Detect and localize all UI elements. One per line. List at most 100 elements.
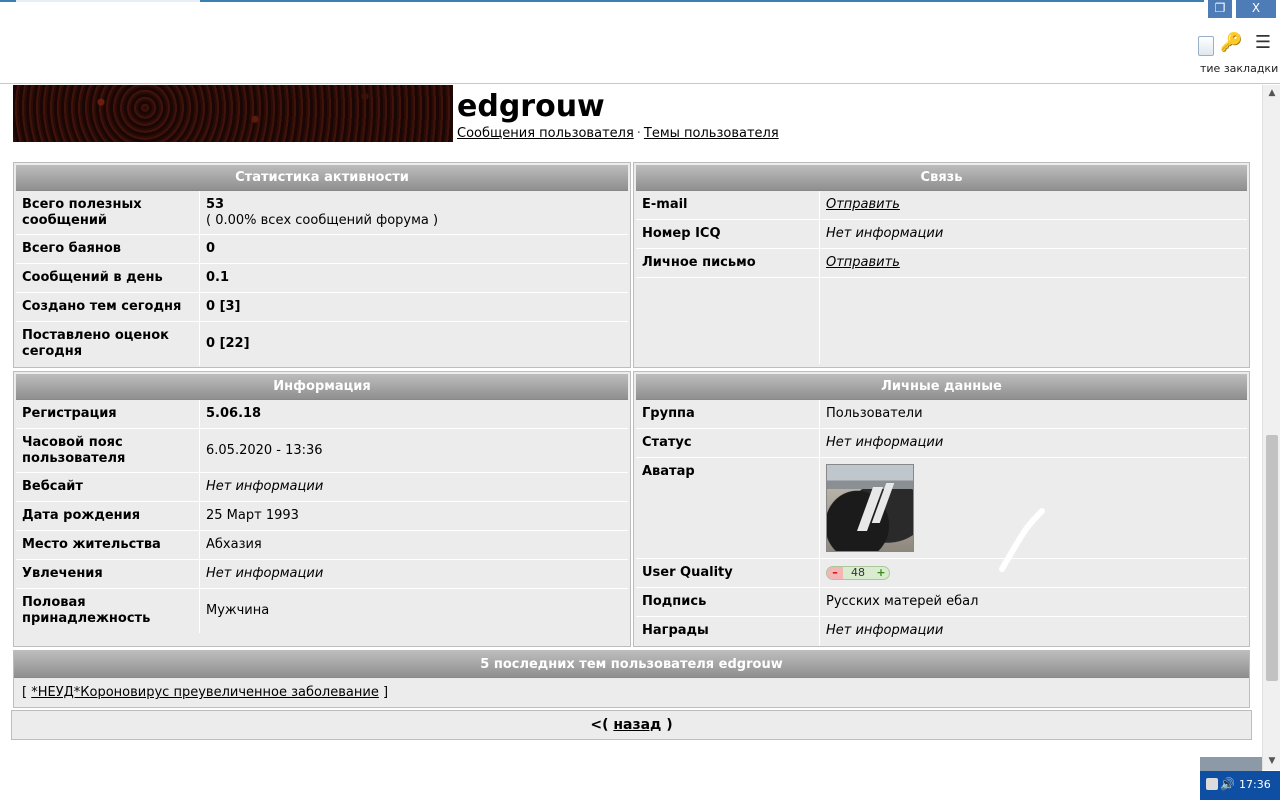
row-value: 53 ( 0.00% всех сообщений форума ): [200, 191, 628, 234]
profile-username: edgrouw: [457, 89, 605, 124]
useful-posts-count: 53: [206, 197, 225, 212]
personal-row: Награды Нет информации: [636, 617, 1247, 646]
activity-row: Всего баянов 0: [16, 235, 628, 264]
menu-icon[interactable]: ☰: [1252, 32, 1274, 54]
row-label: E-mail: [636, 191, 820, 219]
scroll-down-arrow-icon[interactable]: ▼: [1263, 753, 1280, 770]
row-label: User Quality: [636, 559, 820, 587]
send-email-link[interactable]: Отправить: [826, 197, 900, 212]
recent-topics-body: [ *НЕУД*Короновирус преувеличенное забол…: [14, 678, 1249, 707]
profile-links: Сообщения пользователя · Темы пользователя: [457, 126, 779, 141]
row-label: Номер ICQ: [636, 220, 820, 248]
close-window-button[interactable]: X: [1236, 0, 1276, 18]
row-value: Отправить: [820, 191, 1247, 219]
info-row: Место жительства Абхазия: [16, 531, 628, 560]
info-row: Регистрация 5.06.18: [16, 400, 628, 429]
row-value: 0.1: [206, 270, 230, 285]
row-label: [636, 278, 820, 364]
recent-topics-title: 5 последних тем пользователя edgrouw: [14, 651, 1249, 678]
row-label: Часовой пояс пользователя: [16, 429, 200, 472]
row-label: Личное письмо: [636, 249, 820, 277]
system-tray: 🔊 17:36: [1200, 771, 1280, 800]
row-value: Абхазия: [206, 537, 262, 552]
scroll-up-arrow-icon[interactable]: ▲: [1263, 85, 1280, 102]
personal-row: User Quality – 48 +: [636, 559, 1247, 588]
profile-header-image: [13, 85, 453, 142]
info-row: Увлечения Нет информации: [16, 560, 628, 589]
personal-row: Группа Пользователи: [636, 400, 1247, 429]
page-viewport: edgrouw Сообщения пользователя · Темы поль…: [0, 85, 1262, 755]
user-messages-link[interactable]: Сообщения пользователя: [457, 126, 634, 141]
row-label: Половая принадлежность: [16, 589, 200, 633]
back-link[interactable]: назад: [613, 717, 661, 733]
quality-value: 48: [851, 566, 865, 579]
row-value: Пользователи: [826, 406, 923, 421]
row-label: Сообщений в день: [16, 264, 200, 292]
row-value: Русских матерей ебал: [826, 594, 979, 609]
window-titlebar: ❐ X: [0, 0, 1280, 20]
user-topics-link[interactable]: Темы пользователя: [644, 126, 779, 141]
personal-row: Аватар: [636, 458, 1247, 559]
row-value: Отправить: [820, 249, 1247, 277]
send-private-message-link[interactable]: Отправить: [826, 255, 900, 270]
personal-panel: Личные данные Группа Пользователи Статус…: [633, 371, 1250, 647]
row-value: Нет информации: [826, 435, 944, 450]
row-value: 0 [22]: [206, 336, 250, 351]
personal-row: Подпись Русских матерей ебал: [636, 588, 1247, 617]
row-label: Увлечения: [16, 560, 200, 588]
white-scribble-mark: [999, 508, 1045, 572]
personal-panel-title: Личные данные: [636, 374, 1247, 400]
info-panel: Информация Регистрация 5.06.18 Часовой п…: [13, 371, 631, 647]
info-row: Половая принадлежность Мужчина: [16, 589, 628, 633]
row-label: Дата рождения: [16, 502, 200, 530]
contact-panel-title: Связь: [636, 165, 1247, 191]
contact-filler: [636, 278, 1247, 364]
quality-plus-button[interactable]: +: [873, 567, 889, 579]
avatar: [826, 464, 914, 552]
vertical-scrollbar[interactable]: ▲ ▼: [1262, 85, 1280, 770]
row-label: Награды: [636, 617, 820, 646]
restore-window-button[interactable]: ❐: [1208, 0, 1232, 18]
row-label: Статус: [636, 429, 820, 457]
active-tab-strip[interactable]: [16, 0, 200, 2]
row-label: Всего полезных сообщений: [16, 191, 200, 234]
row-value: 0: [206, 241, 216, 256]
row-label: Группа: [636, 400, 820, 428]
contact-row: E-mail Отправить: [636, 191, 1247, 220]
activity-row: Создано тем сегодня 0 [3]: [16, 293, 628, 322]
volume-icon[interactable]: 🔊: [1220, 776, 1235, 792]
useful-posts-percent: ( 0.00% всех сообщений форума ): [206, 213, 439, 228]
row-label: Всего баянов: [16, 235, 200, 263]
row-label: Создано тем сегодня: [16, 293, 200, 321]
page-bottom-area: [0, 755, 1262, 800]
recent-topics-panel: 5 последних тем пользователя edgrouw [ *…: [13, 650, 1250, 708]
back-suffix: ): [666, 717, 673, 733]
row-label: Поставлено оценок сегодня: [16, 322, 200, 366]
contact-row: Номер ICQ Нет информации: [636, 220, 1247, 249]
row-label: Аватар: [636, 458, 820, 558]
info-row: Дата рождения 25 Март 1993: [16, 502, 628, 531]
activity-row: Всего полезных сообщений 53 ( 0.00% всех…: [16, 191, 628, 235]
row-label: Регистрация: [16, 400, 200, 428]
row-label: Вебсайт: [16, 473, 200, 501]
quality-minus-button[interactable]: –: [827, 567, 843, 579]
contact-row: Личное письмо Отправить: [636, 249, 1247, 278]
row-value: 5.06.18: [206, 406, 262, 421]
info-row: Часовой пояс пользователя 6.05.2020 - 13…: [16, 429, 628, 473]
personal-row: Статус Нет информации: [636, 429, 1247, 458]
row-value: Нет информации: [206, 479, 324, 494]
clock[interactable]: 17:36: [1239, 778, 1271, 791]
key-icon[interactable]: 🔑: [1220, 32, 1242, 54]
activity-panel: Статистика активности Всего полезных соо…: [13, 162, 631, 368]
row-label: Подпись: [636, 588, 820, 616]
scrollbar-thumb[interactable]: [1266, 435, 1278, 681]
row-value: 25 Март 1993: [206, 508, 299, 523]
recent-topic-link[interactable]: *НЕУД*Короновирус преувеличенное заболев…: [31, 685, 379, 700]
horizontal-scroll-edge: [1200, 757, 1262, 771]
links-separator: ·: [636, 126, 641, 141]
row-label: Место жительства: [16, 531, 200, 559]
network-icon[interactable]: [1206, 778, 1218, 790]
extension-icon[interactable]: [1198, 36, 1214, 56]
bookmarks-button[interactable]: тие закладки: [1200, 62, 1280, 75]
row-value: Нет информации: [206, 566, 324, 581]
